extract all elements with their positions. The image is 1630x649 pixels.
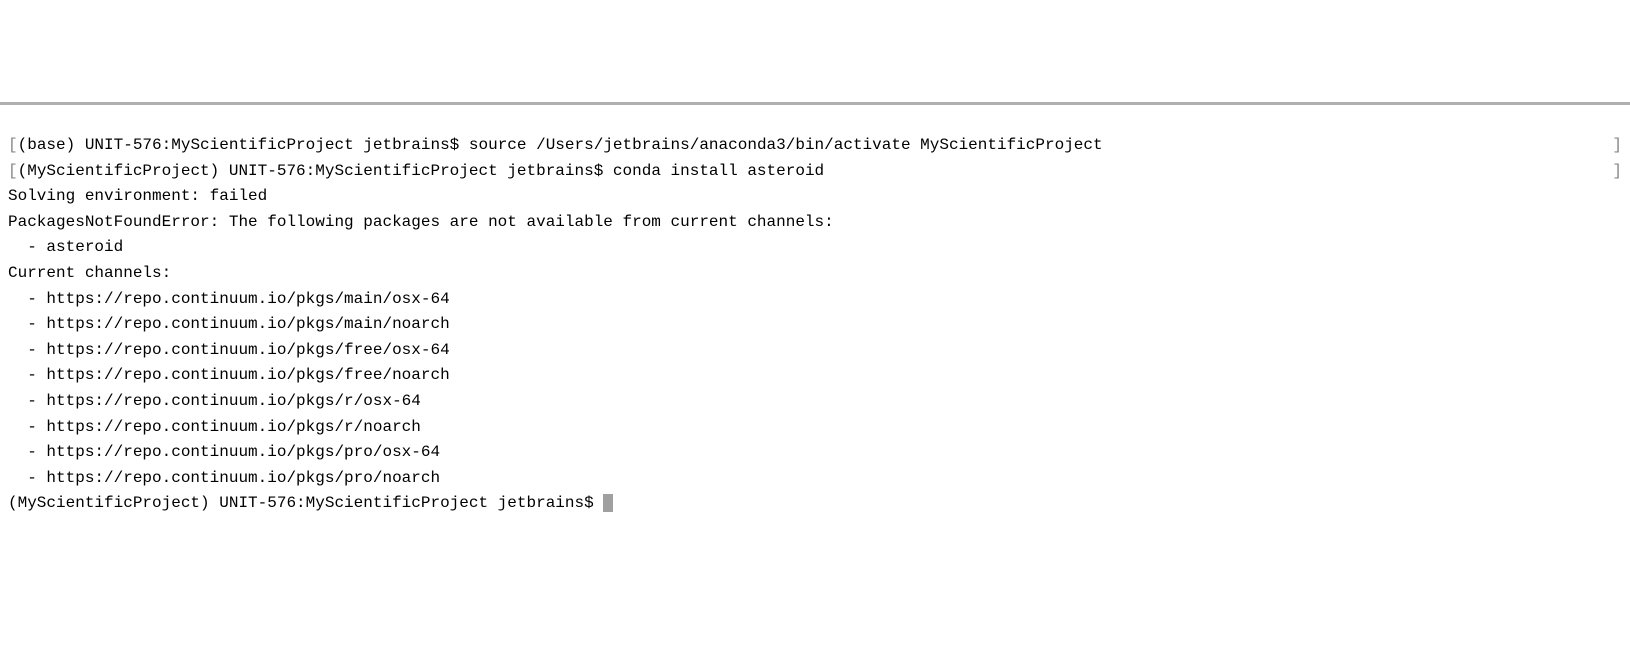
terminal-top-border xyxy=(0,102,1630,105)
bracket-open: [ xyxy=(8,136,18,154)
terminal-line-11: - https://repo.continuum.io/pkgs/main/os… xyxy=(8,287,1622,313)
terminal-output-area[interactable]: [(base) UNIT-576:MyScientificProject jet… xyxy=(8,133,1622,517)
terminal-line-21: (MyScientificProject) UNIT-576:MyScienti… xyxy=(8,491,1622,517)
bracket-open: [ xyxy=(8,162,18,180)
terminal-line-16: - https://repo.continuum.io/pkgs/r/noarc… xyxy=(8,415,1622,441)
prompt-text: (MyScientificProject) UNIT-576:MyScienti… xyxy=(18,162,613,180)
terminal-line-12: - https://repo.continuum.io/pkgs/main/no… xyxy=(8,312,1622,338)
prompt-text: (MyScientificProject) UNIT-576:MyScienti… xyxy=(8,494,603,512)
command-text: source /Users/jetbrains/anaconda3/bin/ac… xyxy=(469,136,1103,154)
terminal-line-3: Solving environment: failed xyxy=(8,184,1622,210)
terminal-line-9: Current channels: xyxy=(8,261,1622,287)
terminal-line-13: - https://repo.continuum.io/pkgs/free/os… xyxy=(8,338,1622,364)
command-text: conda install asteroid xyxy=(613,162,824,180)
cursor-icon xyxy=(603,494,613,512)
terminal-line-2: [(MyScientificProject) UNIT-576:MyScient… xyxy=(8,159,1622,185)
bracket-close: ] xyxy=(1612,159,1622,185)
terminal-line-15: - https://repo.continuum.io/pkgs/r/osx-6… xyxy=(8,389,1622,415)
terminal-line-14: - https://repo.continuum.io/pkgs/free/no… xyxy=(8,363,1622,389)
bracket-close: ] xyxy=(1612,133,1622,159)
terminal-line-1: [(base) UNIT-576:MyScientificProject jet… xyxy=(8,133,1622,159)
terminal-line-7: - asteroid xyxy=(8,235,1622,261)
prompt-text: (base) UNIT-576:MyScientificProject jetb… xyxy=(18,136,469,154)
terminal-line-17: - https://repo.continuum.io/pkgs/pro/osx… xyxy=(8,440,1622,466)
terminal-line-18: - https://repo.continuum.io/pkgs/pro/noa… xyxy=(8,466,1622,492)
terminal-line-5: PackagesNotFoundError: The following pac… xyxy=(8,210,1622,236)
